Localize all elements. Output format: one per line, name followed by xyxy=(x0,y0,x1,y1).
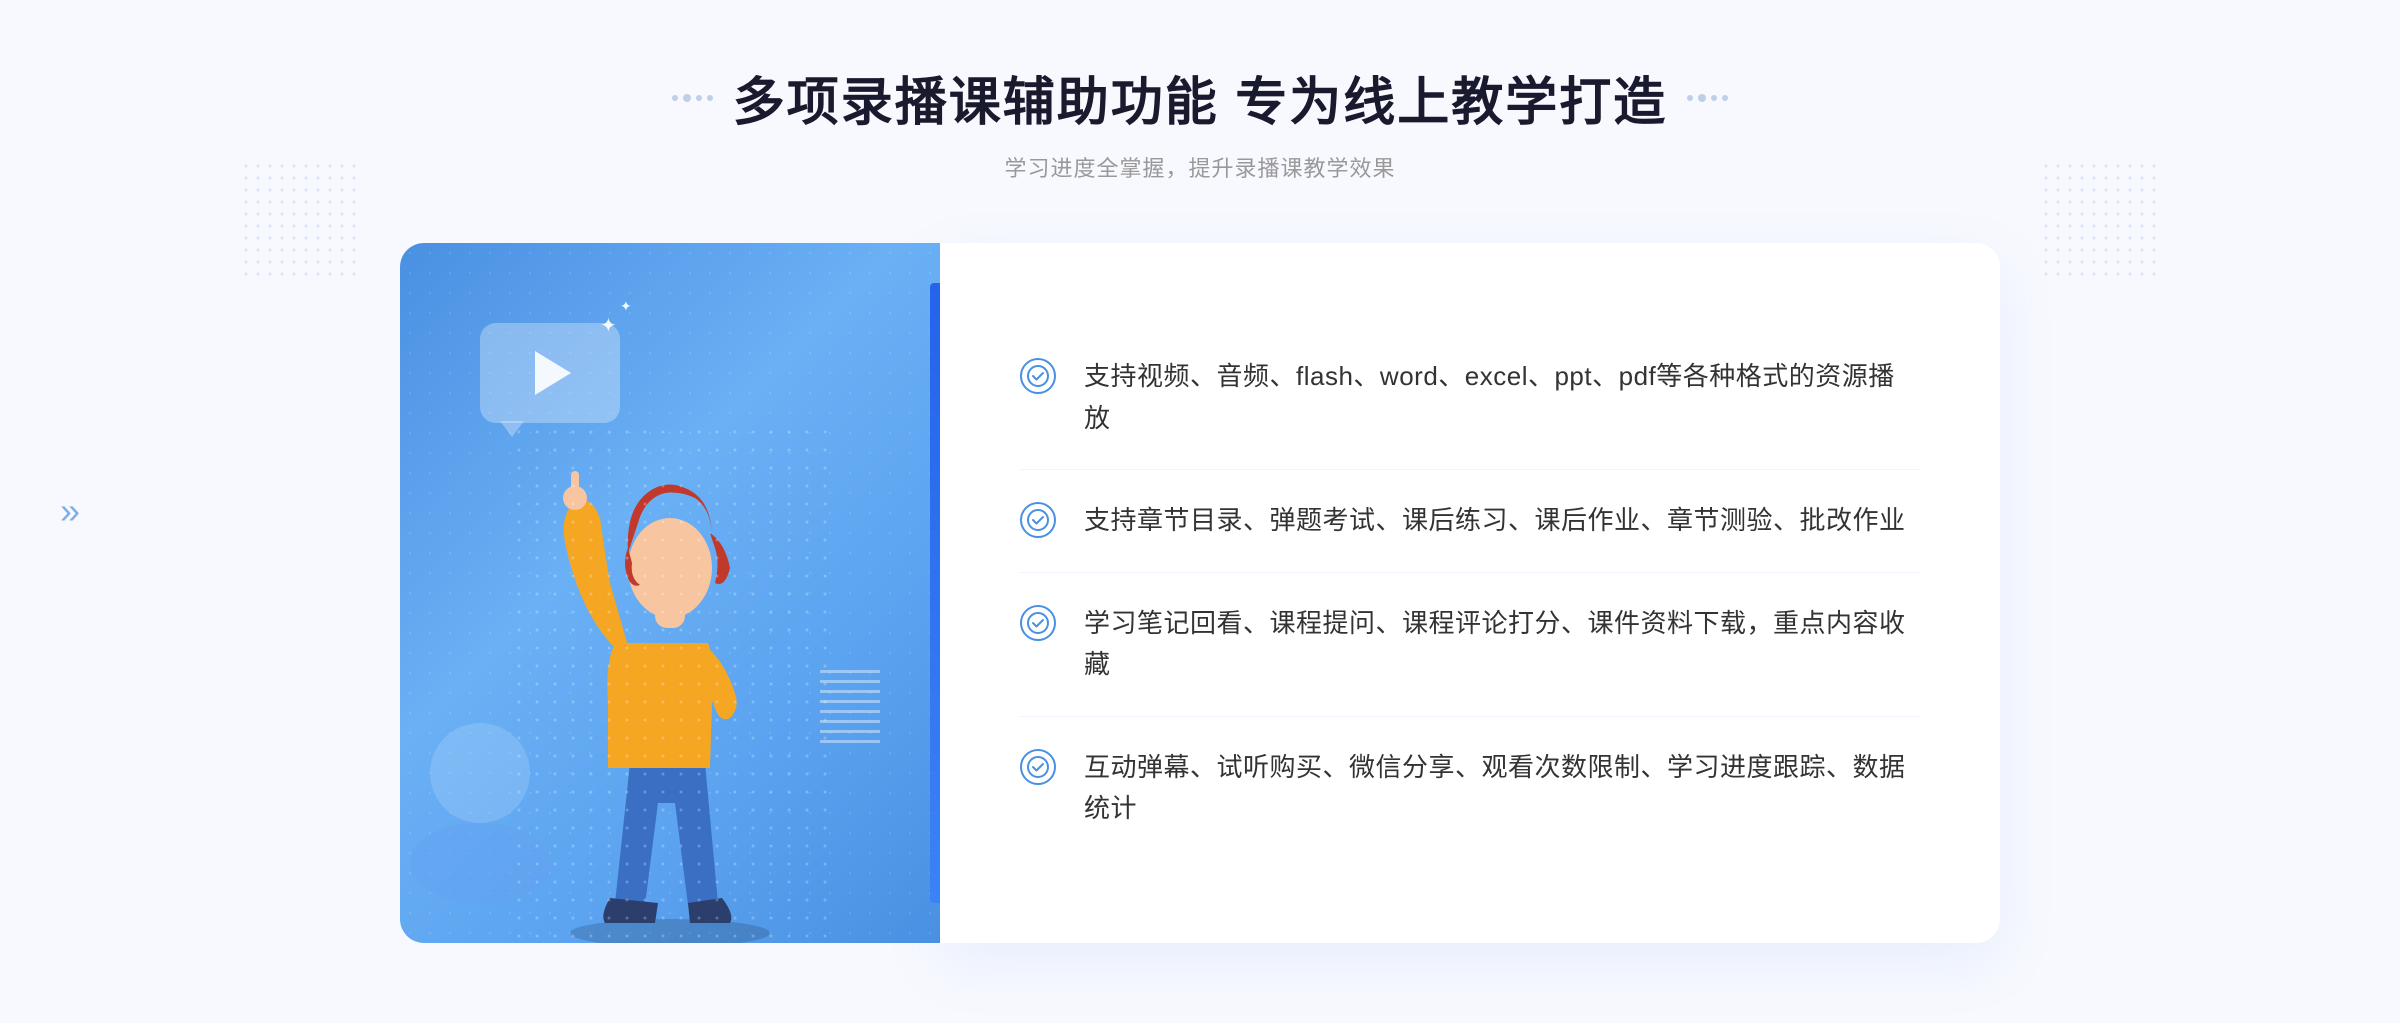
title-decorator-left xyxy=(672,94,713,102)
check-icon-3 xyxy=(1020,605,1056,641)
check-icon-1 xyxy=(1020,358,1056,394)
check-icon-4 xyxy=(1020,749,1056,785)
dot5 xyxy=(1687,95,1693,101)
page-container: » 多项录播课辅助功能 专为线上教学打造 学习进度全掌握，提升录播课教学效果 xyxy=(0,0,2400,1023)
dots-decoration-left xyxy=(240,160,360,280)
dot8 xyxy=(1722,95,1728,101)
dot6 xyxy=(1698,94,1706,102)
play-button-container xyxy=(480,323,620,433)
blue-accent-panel xyxy=(930,283,940,903)
feature-text-2: 支持章节目录、弹题考试、课后练习、课后作业、章节测验、批改作业 xyxy=(1084,500,1906,542)
feature-item-1: 支持视频、音频、flash、word、excel、ppt、pdf等各种格式的资源… xyxy=(1020,326,1920,470)
dot2 xyxy=(683,94,691,102)
speech-bubble xyxy=(480,323,620,423)
dot7 xyxy=(1711,95,1717,101)
feature-text-1: 支持视频、音频、flash、word、excel、ppt、pdf等各种格式的资源… xyxy=(1084,356,1920,439)
dots-decoration-right xyxy=(2040,160,2160,280)
feature-text-3: 学习笔记回看、课程提问、课程评论打分、课件资料下载，重点内容收藏 xyxy=(1084,603,1920,686)
feature-text-4: 互动弹幕、试听购买、微信分享、观看次数限制、学习进度跟踪、数据统计 xyxy=(1084,747,1920,830)
sparkle-icon-2: ✦ xyxy=(620,298,632,315)
feature-item-2: 支持章节目录、弹题考试、课后练习、课后作业、章节测验、批改作业 xyxy=(1020,470,1920,573)
play-icon xyxy=(535,351,571,395)
illustration-card: ✦ ✦ xyxy=(400,243,940,943)
feature-item-3: 学习笔记回看、课程提问、课程评论打分、课件资料下载，重点内容收藏 xyxy=(1020,573,1920,717)
title-decorator-right xyxy=(1687,94,1728,102)
feature-item-4: 互动弹幕、试听购买、微信分享、观看次数限制、学习进度跟踪、数据统计 xyxy=(1020,717,1920,860)
check-icon-2 xyxy=(1020,502,1056,538)
dot3 xyxy=(696,95,702,101)
title-row: 多项录播课辅助功能 专为线上教学打造 xyxy=(672,60,1728,135)
header-section: 多项录播课辅助功能 专为线上教学打造 学习进度全掌握，提升录播课教学效果 xyxy=(672,60,1728,183)
content-area: ✦ ✦ xyxy=(400,243,2000,943)
dot4 xyxy=(707,95,713,101)
dot1 xyxy=(672,95,678,101)
main-title: 多项录播课辅助功能 专为线上教学打造 xyxy=(733,60,1667,135)
person-figure xyxy=(510,423,830,943)
features-list: 支持视频、音频、flash、word、excel、ppt、pdf等各种格式的资源… xyxy=(1020,326,1920,860)
features-panel: 支持视频、音频、flash、word、excel、ppt、pdf等各种格式的资源… xyxy=(940,243,2000,943)
sparkle-icon-1: ✦ xyxy=(600,313,617,338)
subtitle: 学习进度全掌握，提升录播课教学效果 xyxy=(672,151,1728,183)
chevron-left-icon: » xyxy=(60,490,80,532)
